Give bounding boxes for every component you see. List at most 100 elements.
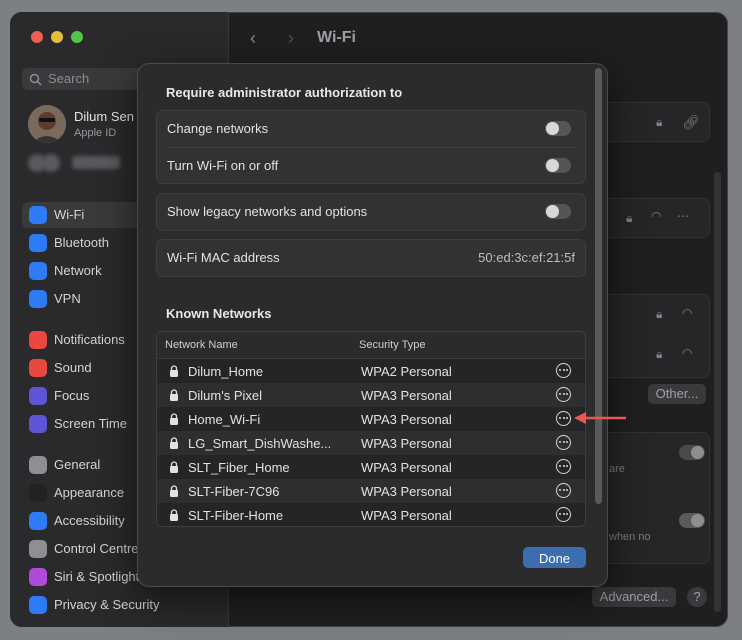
sidebar-item-label: Notifications (54, 332, 125, 347)
sidebar-item-label: Bluetooth (54, 235, 109, 250)
security-type: WPA3 Personal (361, 460, 452, 475)
sidebar-item-label: Sound (54, 360, 92, 375)
appearance-icon (29, 484, 47, 502)
more-options-icon[interactable] (556, 387, 571, 402)
legacy-label: Show legacy networks and options (167, 204, 368, 219)
background-group: are when no (600, 432, 710, 564)
search-icon (29, 73, 42, 86)
wifi-icon: ◠ (682, 346, 693, 360)
table-row[interactable]: Home_Wi-Fi WPA3 Personal (157, 407, 585, 431)
wifi-icon: ◠ (682, 306, 693, 320)
legacy-row: Show legacy networks and options (157, 194, 585, 230)
wifi-icon: ◠ (651, 209, 662, 223)
turn-wifi-toggle[interactable] (545, 158, 571, 173)
security-type: WPA3 Personal (361, 388, 452, 403)
lock-icon (170, 461, 178, 473)
advanced-button[interactable]: Advanced... (592, 587, 676, 607)
network-name: LG_Smart_DishWashe... (188, 436, 332, 451)
more-options-icon[interactable] (556, 411, 571, 426)
network-name: Dilum_Home (188, 364, 264, 379)
globe-icon (29, 290, 47, 308)
table-row[interactable]: SLT-Fiber-7C96 WPA3 Personal (157, 479, 585, 503)
profile-subtitle: Apple ID (74, 127, 117, 139)
mac-address-row: Wi-Fi MAC address 50:ed:3c:ef:21:5f (157, 240, 585, 276)
lock-icon (170, 413, 178, 425)
security-type: WPA2 Personal (361, 364, 452, 379)
lock-icon (170, 509, 178, 521)
more-options-icon[interactable] (556, 483, 571, 498)
speaker-icon (29, 359, 47, 377)
mac-address-label: Wi-Fi MAC address (167, 250, 280, 265)
lock-icon: 🔒︎ (656, 347, 663, 361)
sidebar-item-label: Wi-Fi (54, 207, 85, 222)
other-button[interactable]: Other... (648, 384, 706, 404)
background-text: when no (609, 531, 651, 543)
scrollbar[interactable] (714, 172, 721, 612)
table-row[interactable]: Dilum's Pixel WPA3 Personal (157, 383, 585, 407)
more-icon[interactable]: ⋯ (677, 209, 689, 223)
annotation-arrow-icon (574, 412, 626, 424)
more-options-icon[interactable] (556, 459, 571, 474)
sidebar-item-label: Accessibility (54, 513, 125, 528)
mac-address-group: Wi-Fi MAC address 50:ed:3c:ef:21:5f (156, 239, 586, 277)
background-group: 🔒︎ ◠ ⋯ (600, 198, 710, 238)
help-button[interactable]: ? (687, 587, 707, 607)
table-row[interactable]: SLT_Fiber_Home WPA3 Personal (157, 455, 585, 479)
lock-icon (170, 365, 178, 377)
lock-icon (170, 389, 178, 401)
more-options-icon[interactable] (556, 507, 571, 522)
security-type: WPA3 Personal (361, 436, 452, 451)
turn-wifi-row: Turn Wi-Fi on or off (157, 148, 585, 184)
admin-options-group: Change networks Turn Wi-Fi on or off (156, 110, 586, 184)
minimize-window-button[interactable] (51, 31, 63, 43)
siri-icon (29, 568, 47, 586)
search-placeholder: Search (48, 71, 90, 86)
legacy-toggle[interactable] (545, 204, 571, 219)
moon-icon (29, 387, 47, 405)
wifi-options-sheet: Require administrator authorization to C… (137, 63, 608, 587)
more-options-icon[interactable] (556, 363, 571, 378)
column-header-name[interactable]: Network Name (165, 339, 238, 351)
close-window-button[interactable] (31, 31, 43, 43)
background-toggle[interactable] (679, 513, 705, 528)
lock-icon: 🔒︎ (656, 307, 663, 321)
family-row[interactable] (28, 154, 120, 172)
admin-heading: Require administrator authorization to (166, 85, 403, 100)
lock-icon (170, 485, 178, 497)
security-type: WPA3 Personal (361, 412, 452, 427)
table-header: Network Name Security Type (157, 332, 585, 359)
change-networks-toggle[interactable] (545, 121, 571, 136)
sidebar-item-privacy-security[interactable]: Privacy & Security (22, 592, 222, 618)
profile-name[interactable]: Dilum Sen (74, 109, 134, 124)
column-header-security[interactable]: Security Type (359, 339, 425, 351)
table-row[interactable]: LG_Smart_DishWashe... WPA3 Personal (157, 431, 585, 455)
lock-icon: 🔒︎ (626, 211, 633, 225)
network-name: Home_Wi-Fi (188, 412, 261, 427)
background-toggle[interactable] (679, 445, 705, 460)
accessibility-icon (29, 512, 47, 530)
network-name: SLT_Fiber_Home (188, 460, 290, 475)
scrollbar[interactable] (595, 68, 602, 504)
done-button[interactable]: Done (523, 547, 586, 568)
change-networks-row: Change networks (157, 111, 585, 147)
bluetooth-icon (29, 234, 47, 252)
sidebar-item-label: Network (54, 263, 102, 278)
table-row[interactable]: Dilum_Home WPA2 Personal (157, 359, 585, 383)
sidebar-item-label: Control Centre (54, 541, 139, 556)
network-name: SLT-Fiber-Home (188, 508, 284, 523)
lock-icon (170, 437, 178, 449)
avatar[interactable] (28, 105, 66, 143)
sidebar-item-label: Appearance (54, 485, 125, 500)
forward-arrow-icon[interactable]: › (288, 28, 294, 49)
wifi-icon (29, 206, 47, 224)
sidebar-item-label: Screen Time (54, 416, 127, 431)
back-arrow-icon[interactable]: ‹ (250, 28, 256, 49)
link-icon: 🔗︎ (682, 114, 700, 130)
background-group: 🔒︎ ◠ 🔒︎ ◠ (600, 294, 710, 378)
zoom-window-button[interactable] (71, 31, 83, 43)
more-options-icon[interactable] (556, 435, 571, 450)
sidebar-item-label: Privacy & Security (54, 597, 160, 612)
control-centre-icon (29, 540, 47, 558)
security-type: WPA3 Personal (361, 484, 452, 499)
table-row[interactable]: SLT-Fiber-Home WPA3 Personal (157, 503, 585, 526)
